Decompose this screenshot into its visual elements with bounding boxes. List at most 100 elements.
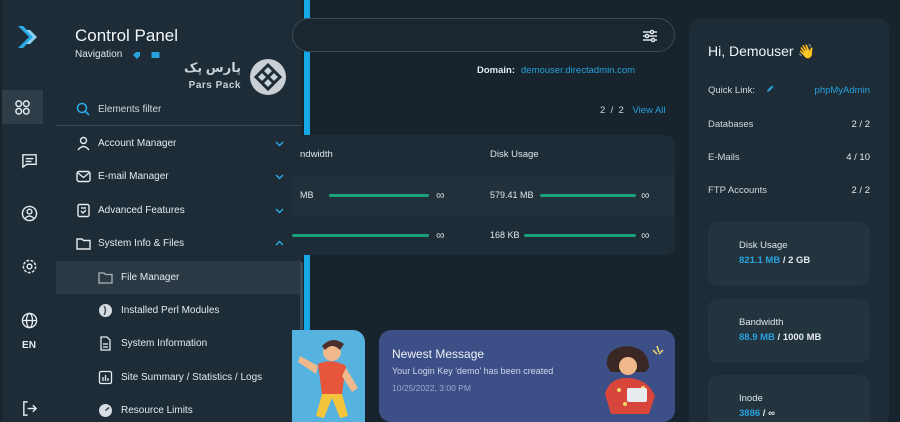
disk-usage-card: Disk Usage 821.1 MB / 2 GB xyxy=(708,222,870,286)
pagination: 2 / 2 View All xyxy=(600,105,666,116)
search-icon xyxy=(76,102,90,116)
parspack-logo-icon xyxy=(250,59,286,95)
stat-value: 2 / 2 xyxy=(851,185,871,196)
bandwidth-bar xyxy=(329,194,429,197)
brand-name-en: Pars Pack xyxy=(188,80,241,91)
stat-card-value: 88.9 MB / 1000 MB xyxy=(739,332,822,343)
grid-icon xyxy=(15,99,30,115)
disk-usage-bar xyxy=(540,194,636,197)
global-search-bar[interactable] xyxy=(292,18,675,52)
quick-link-label: Quick Link: xyxy=(708,85,755,96)
sub-item-file-manager[interactable]: File Manager xyxy=(56,261,302,294)
bandwidth-bar xyxy=(292,234,429,237)
panel-title: Control Panel xyxy=(75,26,179,45)
chat-icon xyxy=(21,153,37,169)
navigation-label: Navigation xyxy=(75,49,123,60)
language-code[interactable]: EN xyxy=(2,340,56,351)
navigation-panel: Control Panel Navigation پارس پک Pars Pa… xyxy=(56,0,302,422)
sub-item-site-summary[interactable]: Site Summary / Statistics / Logs xyxy=(56,361,302,394)
stat-card-limit: 2 GB xyxy=(788,255,811,266)
inode-card: Inode 3886 / ∞ xyxy=(708,375,870,422)
nav-item-advanced-features[interactable]: Advanced Features xyxy=(56,194,302,227)
quick-link-row: Quick Link: phpMyAdmin xyxy=(708,85,870,96)
stat-label: Databases xyxy=(708,119,754,130)
folder-icon xyxy=(76,238,91,250)
nav-item-email-manager[interactable]: E-mail Manager xyxy=(56,160,302,193)
rail-dashboard-button[interactable] xyxy=(2,90,43,124)
pencil-icon[interactable] xyxy=(766,85,774,93)
nav-item-system-info-files[interactable]: System Info & Files xyxy=(56,227,302,260)
reading-person-illustration-icon xyxy=(605,345,664,414)
message-text: Your Login Key 'demo' has been created xyxy=(392,366,554,376)
disk-usage-value: 579.41 MB xyxy=(490,190,534,200)
quick-link-value[interactable]: phpMyAdmin xyxy=(815,85,870,96)
sub-item-label: Installed Perl Modules xyxy=(121,305,220,316)
stat-card-used: 821.1 MB xyxy=(739,255,781,266)
view-all-link[interactable]: View All xyxy=(632,105,665,116)
stat-card-title: Inode xyxy=(739,393,763,404)
chevron-down-icon xyxy=(275,174,284,180)
perl-icon xyxy=(99,304,112,317)
disk-usage-value: 168 KB xyxy=(490,230,520,240)
stat-card-used: 88.9 MB xyxy=(739,332,775,343)
sub-item-installed-perl-modules[interactable]: Installed Perl Modules xyxy=(56,294,302,327)
user-circle-icon xyxy=(21,205,37,221)
ftp-accounts-row: FTP Accounts 2 / 2 xyxy=(708,185,870,196)
disk-usage-bar xyxy=(524,234,636,237)
infinity-icon: ∞ xyxy=(436,228,445,242)
logout-icon xyxy=(22,400,37,416)
icon-rail: EN xyxy=(2,0,56,422)
usage-row: MB ∞ 579.41 MB ∞ xyxy=(292,175,675,215)
page-current: 2 xyxy=(600,105,606,116)
directadmin-logo-icon[interactable] xyxy=(16,24,42,50)
stat-value: 4 / 10 xyxy=(846,152,870,163)
elements-filter[interactable]: Elements filter xyxy=(56,92,302,126)
stat-value: 2 / 2 xyxy=(851,119,871,130)
message-title: Newest Message xyxy=(392,347,485,361)
stat-card-value: 3886 / ∞ xyxy=(739,408,775,419)
nav-item-account-manager[interactable]: Account Manager xyxy=(56,127,302,160)
mail-icon xyxy=(76,170,91,183)
filter-sliders-icon[interactable] xyxy=(642,28,658,44)
account-summary-panel: Hi, Demouser 👋 Quick Link: phpMyAdmin Da… xyxy=(689,18,889,422)
stat-card-title: Bandwidth xyxy=(739,317,784,328)
nav-item-label: Account Manager xyxy=(98,138,177,149)
brand-name-fa: پارس پک xyxy=(184,60,241,75)
rail-messages-button[interactable] xyxy=(4,143,54,177)
tools-icon xyxy=(77,203,90,218)
nav-item-label: System Info & Files xyxy=(98,238,185,249)
page-separator: / xyxy=(610,105,614,116)
infinity-icon: ∞ xyxy=(641,188,650,202)
usage-row: ∞ 168 KB ∞ xyxy=(292,215,675,255)
bandwidth-value: MB xyxy=(300,190,314,200)
domain-info: Domain: demouser.directadmin.com xyxy=(477,65,635,76)
rail-settings-button[interactable] xyxy=(4,249,54,283)
pin-icon[interactable] xyxy=(132,51,141,59)
greeting: Hi, Demouser 👋 xyxy=(708,43,815,59)
person-illustration-icon xyxy=(298,339,358,418)
infinity-icon: ∞ xyxy=(436,188,445,202)
navigation-subtitle: Navigation xyxy=(75,49,160,60)
disk-usage-column-header: Disk Usage xyxy=(490,149,539,160)
domain-value[interactable]: demouser.directadmin.com xyxy=(521,65,635,76)
bandwidth-column-header: ndwidth xyxy=(300,149,333,160)
chevron-up-icon xyxy=(275,240,284,246)
globe-icon xyxy=(21,312,37,328)
rail-account-button[interactable] xyxy=(4,196,54,230)
gear-icon xyxy=(22,259,36,273)
gauge-icon xyxy=(99,404,112,417)
stat-label: E-Mails xyxy=(708,152,740,163)
user-icon xyxy=(77,136,90,151)
layout-icon[interactable] xyxy=(151,51,160,59)
domain-label: Domain: xyxy=(477,65,515,76)
bandwidth-card: Bandwidth 88.9 MB / 1000 MB xyxy=(708,299,870,363)
stat-card-limit: ∞ xyxy=(768,408,775,419)
newest-message-card[interactable]: Newest Message Your Login Key 'demo' has… xyxy=(379,330,675,422)
rail-language-button[interactable] xyxy=(4,303,54,337)
document-icon xyxy=(100,336,111,351)
sub-item-resource-limits[interactable]: Resource Limits xyxy=(56,394,302,422)
folder-icon xyxy=(98,272,113,284)
emails-row: E-Mails 4 / 10 xyxy=(708,152,870,163)
rail-logout-button[interactable] xyxy=(4,391,54,422)
sub-item-system-information[interactable]: System Information xyxy=(56,327,302,360)
